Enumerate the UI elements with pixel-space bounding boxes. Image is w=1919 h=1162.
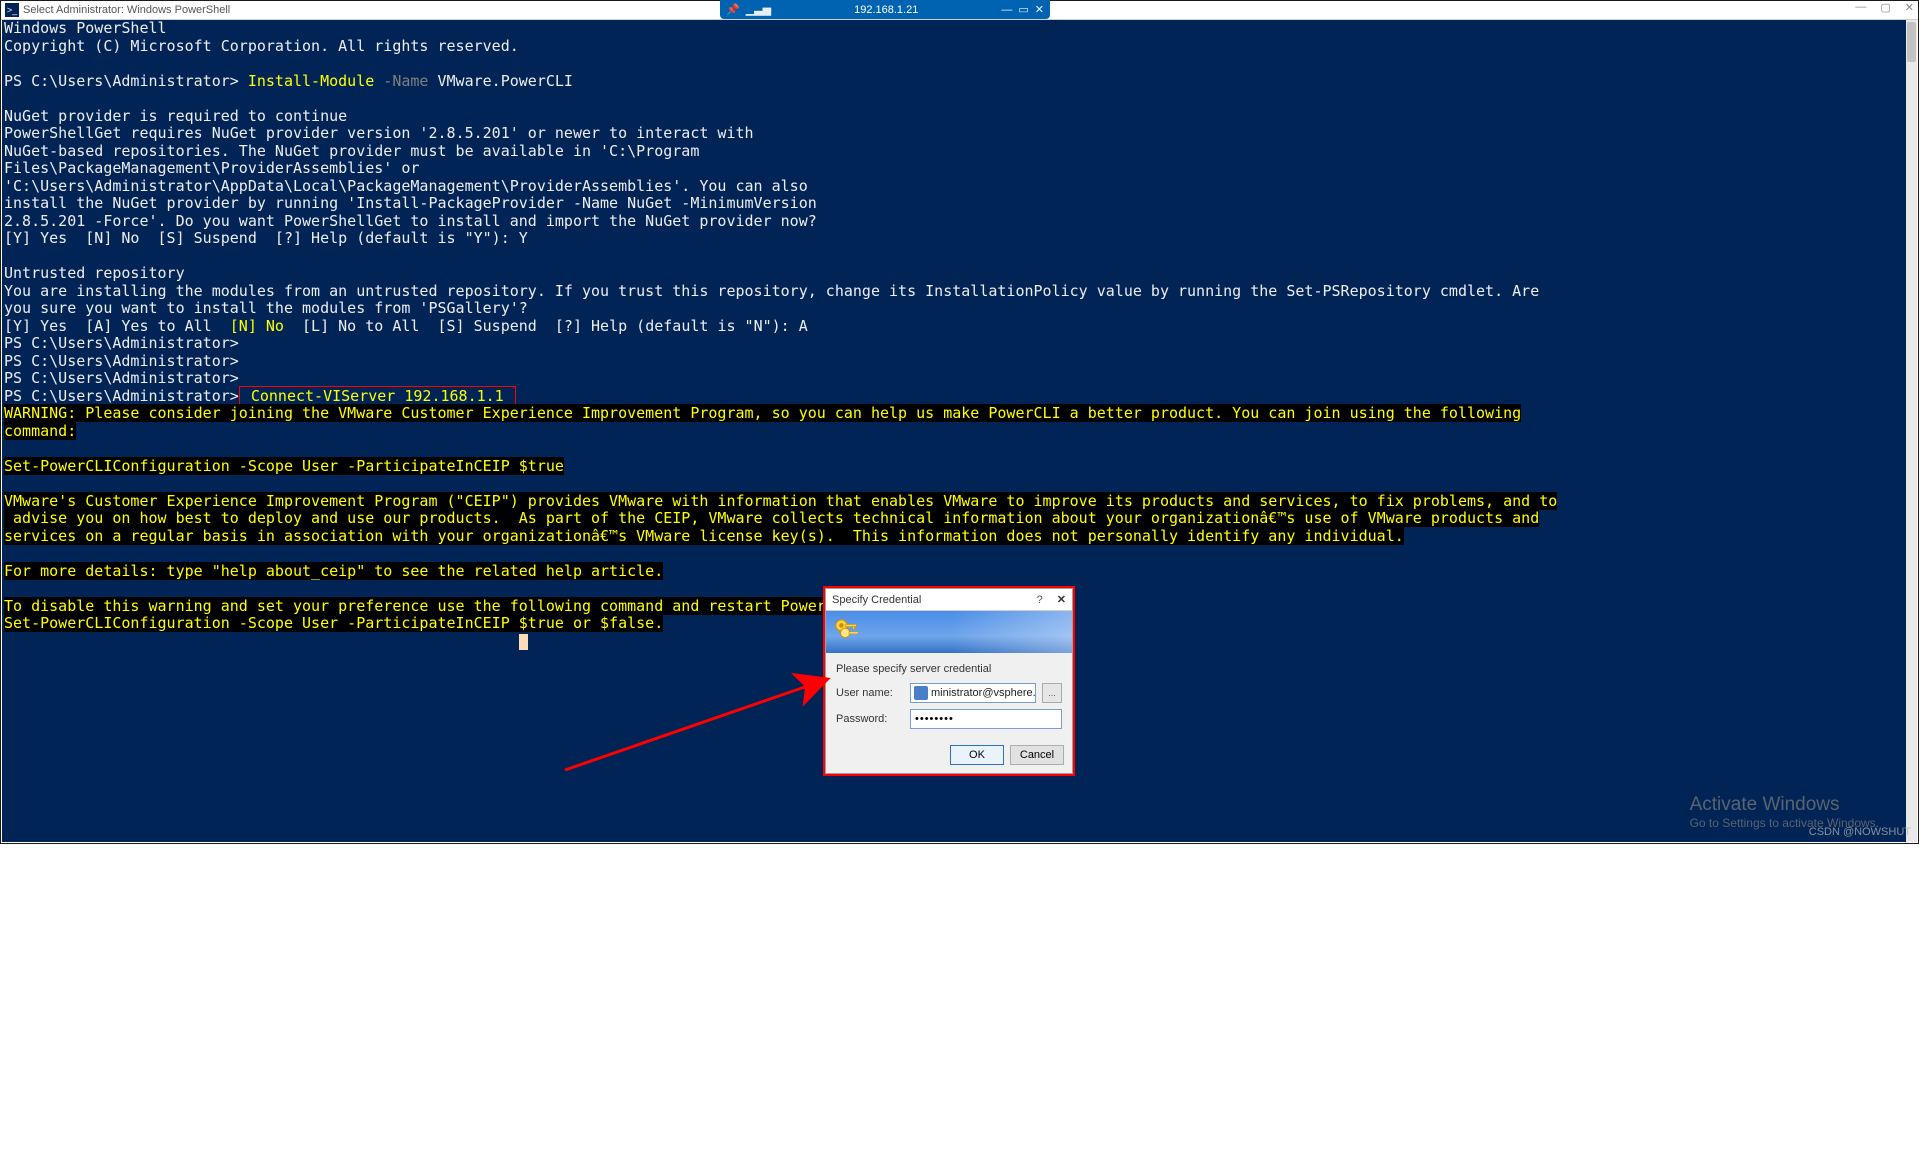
rdp-close-button[interactable]: ✕ bbox=[1035, 3, 1044, 16]
keys-icon bbox=[832, 615, 862, 647]
window-system-buttons: — ▢ ✕ bbox=[1855, 1, 1914, 14]
window-title: Select Administrator: Windows PowerShell bbox=[23, 4, 230, 16]
vertical-scrollbar[interactable] bbox=[1906, 20, 1917, 842]
cancel-button[interactable]: Cancel bbox=[1010, 745, 1064, 765]
username-row: User name: ministrator@vsphere.local ▾ .… bbox=[836, 683, 1062, 703]
ok-button[interactable]: OK bbox=[950, 745, 1004, 765]
rdp-address: 192.168.1.21 bbox=[777, 4, 995, 16]
password-row: Password: •••••••• bbox=[836, 709, 1062, 729]
dialog-titlebar[interactable]: Specify Credential ? ✕ bbox=[826, 589, 1072, 611]
dialog-title: Specify Credential bbox=[832, 594, 1037, 606]
close-button[interactable]: ✕ bbox=[1905, 1, 1914, 14]
user-icon bbox=[914, 686, 928, 700]
dialog-banner bbox=[826, 611, 1072, 653]
dialog-body: Please specify server credential User na… bbox=[826, 653, 1072, 739]
dialog-buttons: OK Cancel bbox=[826, 739, 1072, 773]
signal-icon: ▁▃▅ bbox=[746, 3, 771, 16]
password-input[interactable]: •••••••• bbox=[910, 709, 1062, 729]
highlighted-command: Connect-VIServer 192.168.1.1 bbox=[239, 386, 516, 406]
scrollbar-thumb[interactable] bbox=[1907, 22, 1916, 62]
password-label: Password: bbox=[836, 713, 904, 725]
username-label: User name: bbox=[836, 687, 904, 699]
maximize-button[interactable]: ▢ bbox=[1880, 1, 1890, 14]
rdp-minimize-button[interactable]: — bbox=[1001, 4, 1012, 16]
csdn-watermark: CSDN @NOWSHUT bbox=[1809, 826, 1911, 838]
credential-dialog-highlight: Specify Credential ? ✕ Please specify se… bbox=[823, 586, 1075, 776]
rdp-restore-button[interactable]: ▭ bbox=[1018, 3, 1028, 16]
rdp-connection-bar[interactable]: 📌 ▁▃▅ 192.168.1.21 — ▭ ✕ bbox=[720, 0, 1050, 19]
dialog-help-button[interactable]: ? bbox=[1037, 594, 1043, 606]
pin-icon[interactable]: 📌 bbox=[726, 3, 740, 16]
credential-dialog: Specify Credential ? ✕ Please specify se… bbox=[825, 588, 1073, 774]
minimize-button[interactable]: — bbox=[1855, 1, 1866, 14]
browse-button[interactable]: ... bbox=[1042, 683, 1062, 703]
activate-windows-watermark: Activate Windows Go to Settings to activ… bbox=[1690, 794, 1879, 830]
username-input[interactable]: ministrator@vsphere.local ▾ bbox=[910, 683, 1036, 703]
dialog-instruction: Please specify server credential bbox=[836, 663, 1062, 675]
powershell-icon: >_ bbox=[5, 3, 19, 17]
dialog-close-button[interactable]: ✕ bbox=[1057, 593, 1066, 606]
text-cursor bbox=[519, 634, 528, 650]
